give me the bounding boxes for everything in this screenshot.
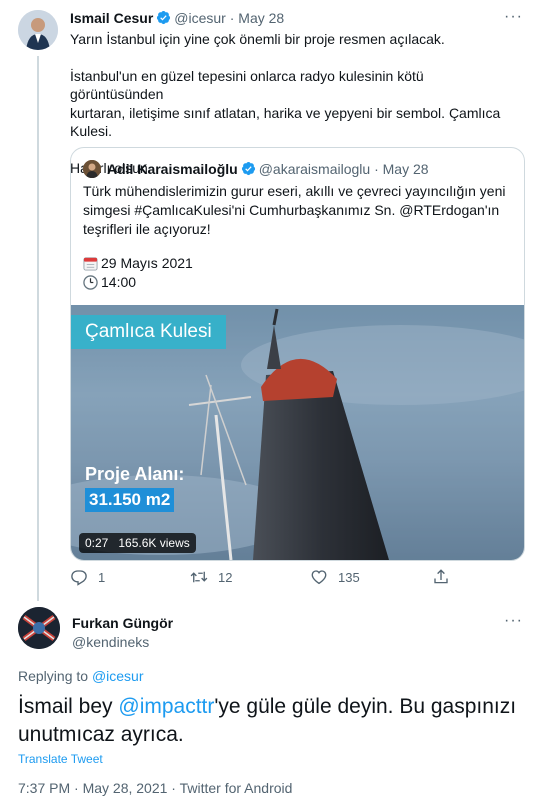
text-line: simgesi #ÇamlıcaKulesi'ni Cumhurbaşkanım… xyxy=(83,201,513,220)
tweet-header: Ismail Cesur @icesur · May 28 xyxy=(70,10,284,26)
tweet-ismail-cesur[interactable]: Ismail Cesur @icesur · May 28 ··· Yarın İ… xyxy=(0,0,543,601)
text-line: Türk mühendislerimizin gurur eseri, akıl… xyxy=(83,183,506,199)
replying-label: Replying to xyxy=(18,668,92,684)
quoted-header: Adil Karaismailoğlu @akaraismailoglu · Ma… xyxy=(107,161,429,177)
more-icon[interactable]: ··· xyxy=(504,612,523,630)
quoted-handle: @akaraismailoglu xyxy=(258,161,371,177)
mention-link: @RTErdogan xyxy=(399,202,485,218)
like-count: 135 xyxy=(338,569,360,585)
quoted-date: May 28 xyxy=(382,161,429,177)
text-segment: simgesi #ÇamlıcaKulesi'ni Cumhurbaşkanım… xyxy=(83,202,400,218)
separator: · xyxy=(229,10,235,26)
text-line: İstanbul'un en güzel tepesini onlarca ra… xyxy=(70,67,424,103)
text-line: teşrifleri ile açıyoruz! xyxy=(83,221,211,237)
quoted-author-name: Adil Karaismailoğlu xyxy=(107,161,238,177)
tweet-paragraph: Yarın İstanbul için yine çok önemli bir … xyxy=(70,30,520,49)
video-duration: 0:27 xyxy=(85,536,109,550)
text-line: Yarın İstanbul için yine çok önemli bir … xyxy=(70,31,445,47)
event-date: 29 Mayıs 2021 xyxy=(101,255,193,271)
avatar-image xyxy=(18,10,58,50)
text-segment: 'ın xyxy=(484,202,500,218)
quoted-tweet[interactable]: Adil Karaismailoğlu @akaraismailoglu · Ma… xyxy=(70,147,525,561)
video-caption-value: 31.150 m2 xyxy=(85,488,175,512)
clock-icon xyxy=(83,275,98,290)
calendar-icon xyxy=(83,257,98,271)
retweet-icon xyxy=(190,571,208,583)
verified-badge-icon xyxy=(241,161,255,176)
author-handle[interactable]: @icesur xyxy=(174,10,226,26)
replying-to: Replying to @icesur xyxy=(18,668,144,684)
verified-badge-icon xyxy=(157,10,171,25)
translate-tweet-link[interactable]: Translate Tweet xyxy=(18,752,103,766)
event-details: 29 Mayıs 2021 14:00 xyxy=(83,254,193,292)
avatar[interactable] xyxy=(18,10,58,50)
retweet-button[interactable]: 12 xyxy=(190,568,232,586)
quoted-text: Türk mühendislerimizin gurur eseri, akıl… xyxy=(83,182,513,239)
video-views: 165.6K views xyxy=(118,536,190,550)
avatar[interactable] xyxy=(18,607,60,649)
text-line: unutmıcaz ayrıca. xyxy=(18,723,184,746)
video-title-badge: Çamlıca Kulesi xyxy=(71,315,226,349)
text-segment: 'ye güle güle deyin. Bu gaspınızı xyxy=(214,695,517,718)
like-icon xyxy=(311,570,327,585)
retweet-count: 12 xyxy=(218,569,233,585)
event-date-row: 29 Mayıs 2021 xyxy=(83,254,193,273)
text-segment: İsmail bey xyxy=(18,695,119,718)
mention-link[interactable]: @impacttr xyxy=(118,695,214,718)
quoted-avatar xyxy=(83,160,101,178)
reply-count: 1 xyxy=(98,569,106,585)
reply-icon xyxy=(71,570,87,586)
reply-button[interactable]: 1 xyxy=(70,568,105,586)
thread-line xyxy=(37,56,39,601)
event-time-row: 14:00 xyxy=(83,273,193,292)
avatar-image xyxy=(18,607,60,649)
video-caption-label: Proje Alanı: xyxy=(85,464,185,484)
share-button[interactable] xyxy=(432,568,460,586)
like-button[interactable]: 135 xyxy=(310,568,360,586)
video-info: 0:27 165.6K views xyxy=(79,533,196,553)
quoted-avatar-image xyxy=(83,160,101,178)
author-name[interactable]: Furkan Güngör xyxy=(72,614,173,633)
tweet-text: İsmail bey @impacttr'ye güle güle deyin.… xyxy=(18,693,528,749)
event-time: 14:00 xyxy=(101,274,137,290)
tweet-date[interactable]: May 28 xyxy=(238,10,284,26)
tweet-timestamp[interactable]: 7:37 PM · May 28, 2021 · Twitter for And… xyxy=(18,780,292,796)
tweet-paragraph: İstanbul'un en güzel tepesini onlarca ra… xyxy=(70,67,520,141)
more-icon[interactable]: ··· xyxy=(504,8,523,26)
video-player[interactable]: Çamlıca Kulesi Proje Alanı: 31.150 m2 0:… xyxy=(71,305,524,560)
author-handle[interactable]: @kendineks xyxy=(72,633,173,652)
separator: · xyxy=(374,161,379,177)
share-icon xyxy=(434,569,448,584)
replying-to-link[interactable]: @icesur xyxy=(92,668,144,684)
text-line: kurtaran, iletişime sınıf atlatan, harik… xyxy=(70,104,501,140)
tweet-header: Furkan Güngör @kendineks xyxy=(72,614,173,652)
tweet-actions: 1 12 135 xyxy=(70,568,470,590)
author-name[interactable]: Ismail Cesur xyxy=(70,10,153,26)
text-line: İsmail bey @impacttr'ye güle güle deyin.… xyxy=(18,693,528,721)
